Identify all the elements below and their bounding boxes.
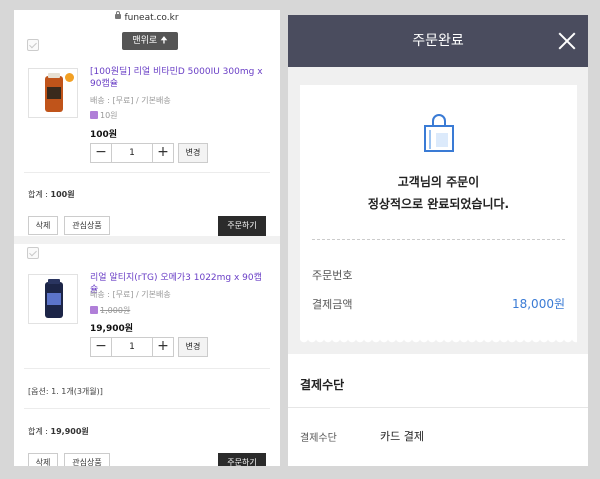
payment-amount-value: 18,000원 — [511, 297, 565, 311]
order-number-label: 주문번호 — [312, 269, 353, 282]
item-checkbox[interactable] — [27, 247, 39, 259]
product-thumbnail[interactable] — [28, 68, 78, 118]
arrow-up-icon: 🠉 — [160, 36, 168, 46]
delete-button[interactable]: 삭제 — [28, 216, 58, 235]
sale-badge-icon — [65, 73, 74, 82]
payment-method-section: 결제수단 결제수단 카드 결제 — [288, 354, 588, 466]
quantity-decrease-button[interactable]: − — [90, 143, 112, 163]
item-total: 합계 : 100원 — [28, 190, 75, 199]
item-separator — [14, 236, 280, 244]
points-info: 10원 — [90, 110, 118, 121]
payment-method-label: 결제수단 — [300, 433, 337, 444]
payment-amount-label: 결제금액 — [312, 298, 353, 311]
receipt-edge — [300, 338, 577, 344]
shipping-info: 배송 : [무료] / 기본배송 — [90, 96, 171, 105]
quantity-increase-button[interactable]: + — [152, 337, 174, 357]
product-price: 100원 — [90, 130, 118, 140]
lock-icon — [115, 11, 122, 19]
close-icon[interactable] — [558, 32, 576, 50]
payment-method-value: 카드 결제 — [380, 430, 424, 443]
quantity-stepper: − 1 + 변경 — [90, 337, 208, 357]
wishlist-button[interactable]: 관심상품 — [64, 453, 110, 466]
cart-panel: funeat.co.kr [100원딜] 리얼 비타민D 5000IU 300m… — [14, 10, 280, 466]
quantity-change-button[interactable]: 변경 — [178, 337, 208, 357]
wishlist-button[interactable]: 관심상품 — [64, 216, 110, 235]
quantity-input[interactable]: 1 — [112, 143, 152, 163]
points-icon — [90, 306, 98, 314]
order-button[interactable]: 주문하기 — [218, 216, 266, 236]
product-name[interactable]: [100원딜] 리얼 비타민D 5000IU 300mg x 90캡슐 — [90, 66, 270, 90]
browser-url-bar[interactable]: funeat.co.kr — [14, 10, 280, 28]
order-button[interactable]: 주문하기 — [218, 453, 266, 466]
quantity-increase-button[interactable]: + — [152, 143, 174, 163]
shipping-info: 배송 : [무료] / 기본배송 — [90, 290, 171, 299]
divider — [24, 172, 270, 173]
dashed-divider — [312, 239, 565, 240]
product-price: 19,900원 — [90, 324, 134, 334]
payment-section-title: 결제수단 — [300, 378, 345, 392]
completion-message-line2: 정상적으로 완료되었습니다. — [367, 197, 510, 211]
selected-option: [옵션: 1. 1개(3개월)] — [28, 387, 103, 396]
order-complete-header: 주문완료 — [288, 15, 588, 67]
omega3-bottle-image — [45, 279, 63, 318]
product-thumbnail[interactable] — [28, 274, 78, 324]
divider — [288, 407, 588, 408]
completion-message-line1: 고객님의 주문이 — [397, 175, 480, 189]
quantity-decrease-button[interactable]: − — [90, 337, 112, 357]
order-complete-panel: 주문완료 고객님의 주문이 정상적으로 완료되었습니다. 주문번호 결제금액 1… — [288, 15, 588, 466]
points-icon — [90, 111, 98, 119]
points-info: 1,000원 — [90, 305, 130, 316]
shopping-bag-icon — [424, 114, 454, 152]
item-checkbox[interactable] — [27, 39, 39, 51]
divider — [24, 408, 270, 409]
page-title: 주문완료 — [412, 33, 464, 49]
divider — [24, 368, 270, 369]
scroll-to-top-button[interactable]: 맨위로 🠉 — [122, 32, 178, 50]
receipt-card: 고객님의 주문이 정상적으로 완료되었습니다. 주문번호 결제금액 18,000… — [300, 85, 577, 344]
vitamin-d-bottle-image — [45, 73, 63, 112]
url-text: funeat.co.kr — [124, 13, 179, 23]
delete-button[interactable]: 삭제 — [28, 453, 58, 466]
quantity-stepper: − 1 + 변경 — [90, 143, 208, 163]
quantity-change-button[interactable]: 변경 — [178, 143, 208, 163]
item-total: 합계 : 19,900원 — [28, 427, 89, 436]
quantity-input[interactable]: 1 — [112, 337, 152, 357]
